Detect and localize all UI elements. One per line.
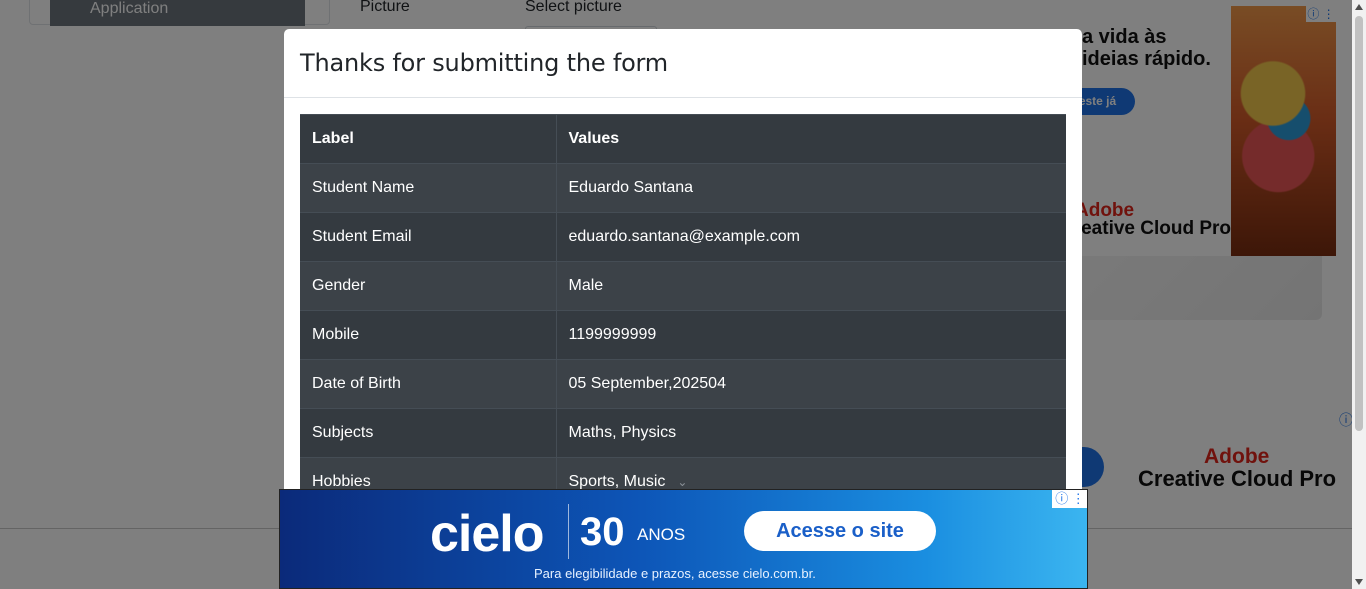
column-header-values: Values [556, 114, 1066, 164]
modal-body: Label Values Student Name Eduardo Santan… [284, 98, 1082, 523]
row-value: eduardo.santana@example.com [556, 212, 1066, 262]
ad-fine-print: Para elegibilidade e prazos, acesse ciel… [534, 566, 816, 581]
scrollbar-thumb[interactable] [1355, 16, 1363, 431]
table-header-row: Label Values [300, 114, 1066, 164]
anniversary-number: 30 [580, 510, 625, 554]
row-label: Mobile [300, 310, 557, 360]
row-label: Subjects [300, 408, 557, 458]
page-scrollbar[interactable] [1352, 0, 1366, 589]
logo-divider [568, 504, 569, 559]
chevron-down-icon: ⌄ [677, 475, 688, 490]
row-value: Eduardo Santana [556, 163, 1066, 213]
ad-cta-button[interactable]: Acesse o site [744, 511, 936, 551]
table-row: Date of Birth 05 September,202504 [300, 359, 1066, 409]
row-label: Student Email [300, 212, 557, 262]
column-header-label: Label [300, 114, 557, 164]
row-value: Male [556, 261, 1066, 311]
row-value: 05 September,202504 [556, 359, 1066, 409]
row-value-text: Sports, Music [568, 473, 666, 491]
row-label: Student Name [300, 163, 557, 213]
modal-header: Thanks for submitting the form [284, 29, 1082, 98]
scroll-down-arrow-icon[interactable] [1355, 579, 1363, 585]
anniversary-label: ANOS [637, 525, 686, 544]
table-row: Mobile 1199999999 [300, 310, 1066, 360]
scroll-up-arrow-icon[interactable] [1355, 4, 1363, 10]
table-row: Subjects Maths, Physics [300, 408, 1066, 458]
row-value: 1199999999 [556, 310, 1066, 360]
ad-info-icon[interactable]: ⓘ ⋮ [1052, 490, 1087, 508]
row-label: Date of Birth [300, 359, 557, 409]
cielo-logo: cielo [430, 505, 544, 563]
ad-bottom-banner[interactable]: cielo 30 ANOS Acesse o site Para elegibi… [279, 489, 1088, 589]
table-row: Student Name Eduardo Santana [300, 163, 1066, 213]
table-row: Student Email eduardo.santana@example.co… [300, 212, 1066, 262]
results-table: Label Values Student Name Eduardo Santan… [300, 114, 1066, 507]
modal-title: Thanks for submitting the form [300, 49, 668, 77]
table-row: Gender Male [300, 261, 1066, 311]
row-value: Maths, Physics [556, 408, 1066, 458]
row-label: Gender [300, 261, 557, 311]
